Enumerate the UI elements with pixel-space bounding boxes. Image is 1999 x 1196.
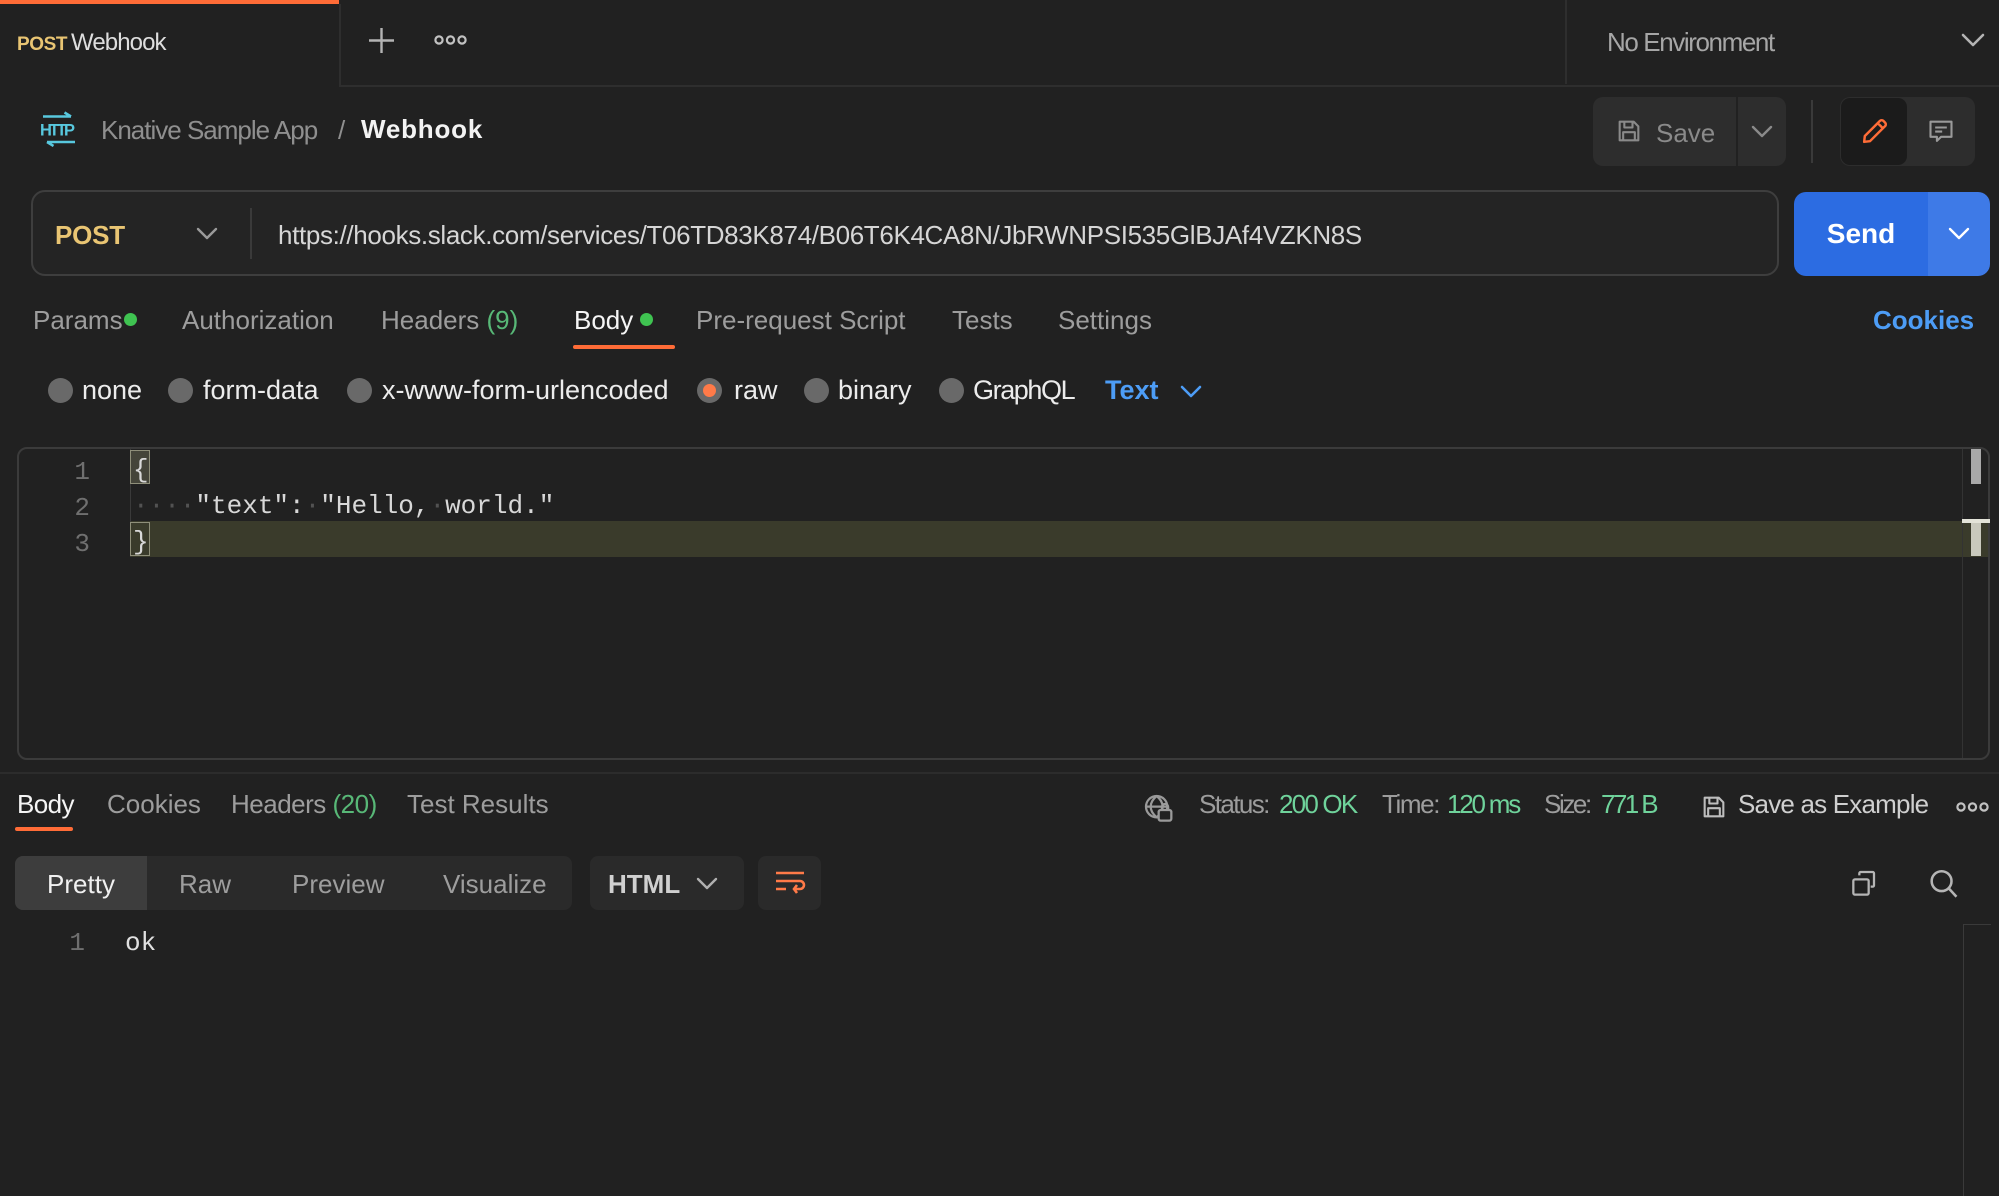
svg-text:HTTP: HTTP: [40, 122, 75, 140]
